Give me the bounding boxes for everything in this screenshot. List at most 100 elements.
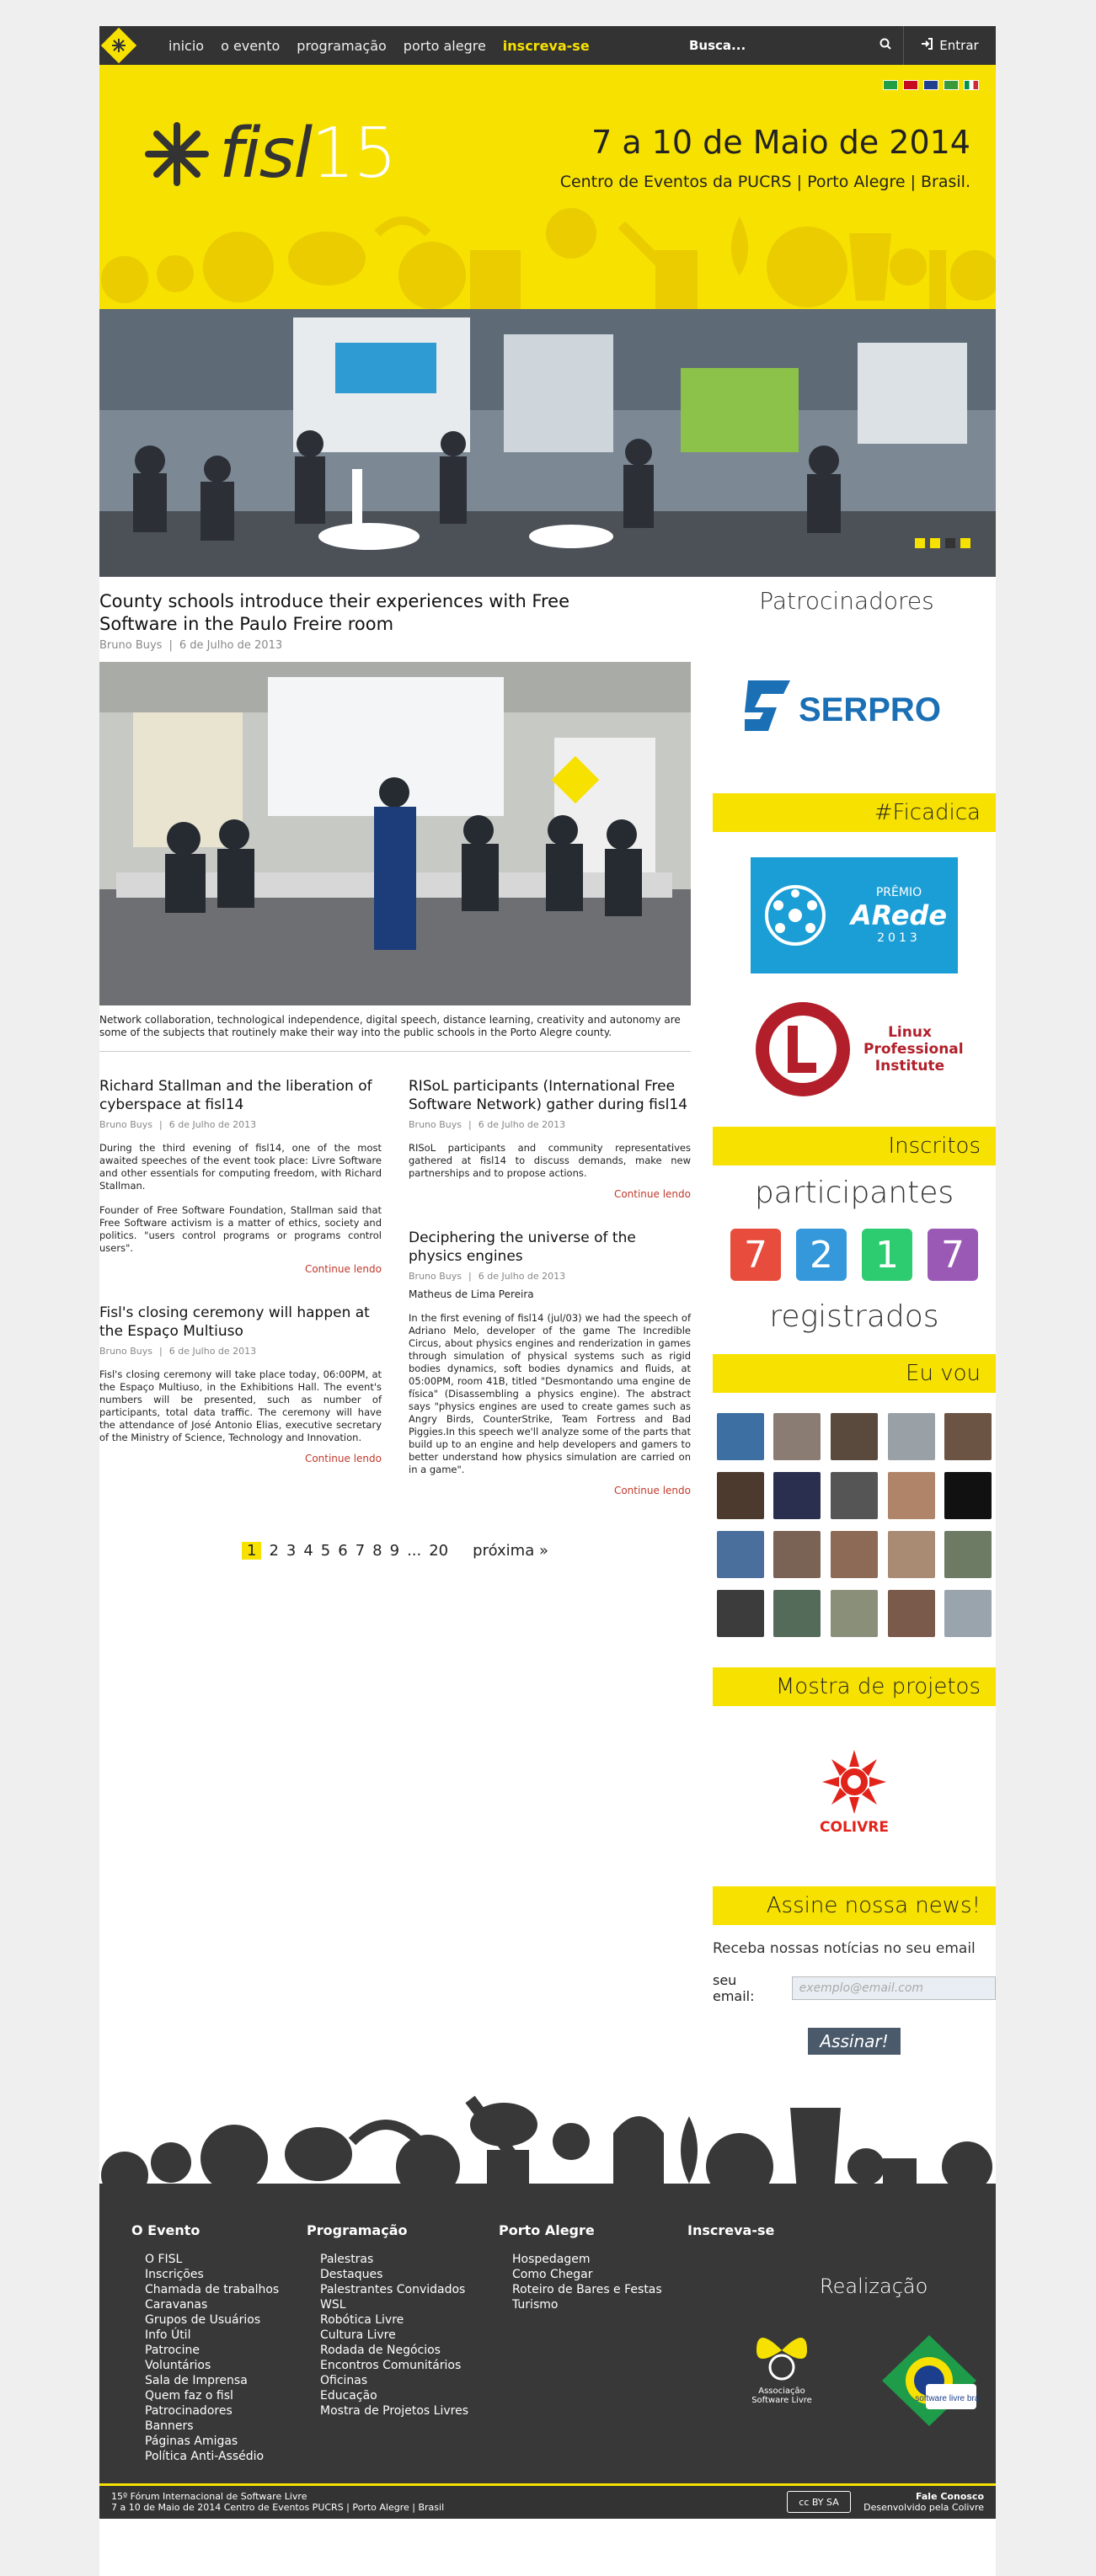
page-link-current[interactable]: 1 [241, 1542, 262, 1560]
continue-reading-link[interactable]: Continue lendo [99, 1453, 382, 1464]
page-link[interactable]: 3 [286, 1542, 296, 1560]
next-page-link[interactable]: próxima » [473, 1542, 548, 1560]
brazil-flag-icon[interactable] [883, 80, 898, 90]
footer-link[interactable]: Patrocinadores [145, 2403, 279, 2419]
attendee-avatar[interactable] [944, 1413, 992, 1460]
attendee-avatar[interactable] [773, 1472, 821, 1519]
footer-link[interactable]: Política Anti-Assédio [145, 2449, 279, 2464]
login-button[interactable]: Entrar [903, 26, 996, 65]
footer-link[interactable]: Grupos de Usuários [145, 2312, 279, 2328]
attendee-avatar[interactable] [830, 1531, 878, 1578]
colivre-logo[interactable]: COLIVRE [713, 1748, 996, 1836]
featured-image[interactable] [99, 662, 691, 1005]
footer-link[interactable]: Voluntários [145, 2358, 279, 2373]
slider-dot-4[interactable] [960, 538, 970, 548]
footer-link[interactable]: Sala de Imprensa [145, 2373, 279, 2388]
nav-o-evento[interactable]: o evento [221, 38, 280, 54]
post-title[interactable]: Fisl's closing ceremony will happen at t… [99, 1304, 382, 1341]
footer-heading[interactable]: Inscreva-se [687, 2222, 774, 2238]
footer-link[interactable]: Oficinas [320, 2373, 468, 2388]
footer-link[interactable]: Info Útil [145, 2328, 279, 2343]
spain-flag-icon[interactable] [903, 80, 918, 90]
footer-link[interactable]: Destaques [320, 2267, 468, 2282]
nav-porto-alegre[interactable]: porto alegre [404, 38, 486, 54]
footer-link[interactable]: Patrocine [145, 2343, 279, 2358]
footer-link[interactable]: Roteiro de Bares e Festas [512, 2282, 662, 2297]
attendee-avatar[interactable] [830, 1472, 878, 1519]
footer-link[interactable]: Como Chegar [512, 2267, 662, 2282]
post-title[interactable]: RISoL participants (International Free S… [409, 1077, 691, 1114]
page-link[interactable]: 6 [338, 1542, 347, 1560]
slider-dot-2[interactable] [930, 538, 940, 548]
nav-programacao[interactable]: programação [297, 38, 387, 54]
asl-logo[interactable]: Associação Software Livre [748, 2317, 815, 2405]
lpi-logo[interactable]: Linux Professional Institute [713, 999, 996, 1100]
slider-dot-1[interactable] [915, 538, 925, 548]
footer-link[interactable]: Banners [145, 2419, 279, 2434]
post-title[interactable]: Richard Stallman and the liberation of c… [99, 1077, 382, 1114]
continue-reading-link[interactable]: Continue lendo [409, 1188, 691, 1200]
footer-link[interactable]: O FISL [145, 2252, 279, 2267]
featured-title[interactable]: County schools introduce their experienc… [99, 590, 605, 636]
continue-reading-link[interactable]: Continue lendo [99, 1263, 382, 1275]
attendee-avatar[interactable] [830, 1590, 878, 1637]
page-link[interactable]: 2 [269, 1542, 278, 1560]
page-link[interactable]: 5 [321, 1542, 330, 1560]
contact-link[interactable]: Fale Conosco [863, 2491, 984, 2502]
attendee-avatar[interactable] [830, 1413, 878, 1460]
footer-link[interactable]: Educação [320, 2388, 468, 2403]
creative-commons-badge[interactable]: cc BY SA [787, 2491, 851, 2513]
attendee-avatar[interactable] [887, 1413, 935, 1460]
page-link[interactable]: 8 [372, 1542, 382, 1560]
footer-link[interactable]: Hospedagem [512, 2252, 662, 2267]
nav-inicio[interactable]: inicio [168, 38, 204, 54]
email-field[interactable] [791, 1976, 996, 2000]
attendee-avatar[interactable] [773, 1413, 821, 1460]
home-logo-icon[interactable] [99, 26, 138, 65]
search-input[interactable] [689, 38, 858, 53]
attendee-avatar[interactable] [887, 1472, 935, 1519]
continue-reading-link[interactable]: Continue lendo [409, 1485, 691, 1496]
page-link[interactable]: 20 [429, 1542, 448, 1560]
attendee-avatar[interactable] [944, 1531, 992, 1578]
search-icon[interactable] [879, 38, 891, 53]
attendee-avatar[interactable] [944, 1590, 992, 1637]
page-link[interactable]: 4 [303, 1542, 313, 1560]
page-link[interactable]: 7 [356, 1542, 365, 1560]
footer-link[interactable]: Quem faz o fisl [145, 2388, 279, 2403]
software-livre-brasil-logo[interactable]: software livre brasil [879, 2333, 987, 2429]
footer-link[interactable]: Mostra de Projetos Livres [320, 2403, 468, 2419]
footer-link[interactable]: Chamada de trabalhos [145, 2282, 279, 2297]
premio-arede-logo[interactable]: PRÊMIO ARede 2013 [713, 857, 996, 973]
hero-photo-slider[interactable] [99, 309, 996, 577]
footer-link[interactable]: Palestras [320, 2252, 468, 2267]
footer-link[interactable]: WSL [320, 2297, 468, 2312]
attendee-avatar[interactable] [887, 1531, 935, 1578]
attendee-avatar[interactable] [716, 1413, 764, 1460]
footer-link[interactable]: Rodada de Negócios [320, 2343, 468, 2358]
footer-link[interactable]: Robótica Livre [320, 2312, 468, 2328]
footer-link[interactable]: Cultura Livre [320, 2328, 468, 2343]
serpro-logo[interactable]: SERPRO [713, 674, 996, 741]
footer-link[interactable]: Palestrantes Convidados [320, 2282, 468, 2297]
attendee-avatar[interactable] [773, 1590, 821, 1637]
footer-link[interactable]: Inscrições [145, 2267, 279, 2282]
footer-link[interactable]: Turismo [512, 2297, 662, 2312]
attendee-avatar[interactable] [773, 1531, 821, 1578]
attendee-avatar[interactable] [716, 1531, 764, 1578]
page-link[interactable]: 9 [390, 1542, 399, 1560]
footer-link[interactable]: Páginas Amigas [145, 2434, 279, 2449]
italy-flag-icon[interactable] [964, 80, 979, 90]
slider-dot-3[interactable] [945, 538, 955, 548]
uk-flag-icon[interactable] [923, 80, 938, 90]
footer-link[interactable]: Encontros Comunitários [320, 2358, 468, 2373]
attendee-avatar[interactable] [887, 1590, 935, 1637]
esperanto-flag-icon[interactable] [944, 80, 959, 90]
attendee-avatar[interactable] [716, 1472, 764, 1519]
developer-credit[interactable]: Desenvolvido pela Colivre [863, 2502, 984, 2513]
footer-link[interactable]: Caravanas [145, 2297, 279, 2312]
subscribe-button[interactable]: Assinar! [808, 2028, 901, 2055]
attendee-avatar[interactable] [716, 1590, 764, 1637]
nav-inscreva-se[interactable]: inscreva-se [503, 38, 590, 54]
post-title[interactable]: Deciphering the universe of the physics … [409, 1229, 691, 1266]
